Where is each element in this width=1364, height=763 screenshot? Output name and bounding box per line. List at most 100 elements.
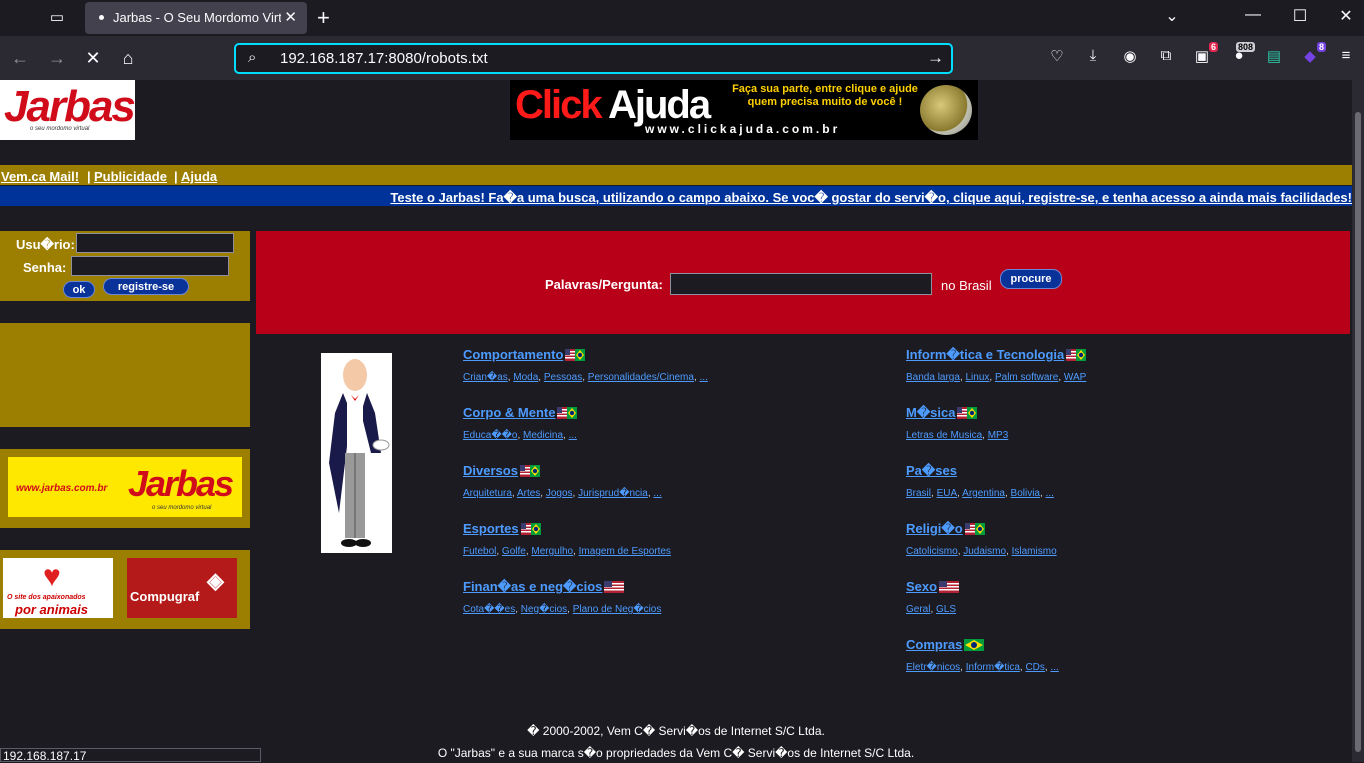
compugraf-ad[interactable]: Compugraf ◈ <box>127 558 237 618</box>
subcategory-link[interactable]: Futebol <box>463 546 496 557</box>
category-link[interactable]: Sexo <box>906 579 937 594</box>
subcategory-link[interactable]: Jurisprud�ncia <box>578 488 648 499</box>
subcategory-link[interactable]: Artes <box>517 488 540 499</box>
subcategory-link[interactable]: Jogos <box>546 488 573 499</box>
category-link[interactable]: Diversos <box>463 463 518 478</box>
subcategory-link[interactable]: Personalidades/Cinema <box>588 372 694 383</box>
tab-overflow-chevron-icon[interactable]: ⌄ <box>1162 6 1182 26</box>
banner-brand-click: Click <box>515 83 603 127</box>
jarbas-ad[interactable]: www.jarbas.com.br Jarbas o seu mordomo v… <box>8 457 242 517</box>
subcategory-link[interactable]: Judaismo <box>963 546 1006 557</box>
subcategory-link[interactable]: Moda <box>513 372 538 383</box>
promo-link[interactable]: Teste o Jarbas! Fa�a uma busca, utilizan… <box>390 190 1352 206</box>
subcategory-link[interactable]: Palm software <box>995 372 1058 383</box>
coin-image <box>920 85 972 135</box>
forward-icon[interactable]: → <box>47 48 67 69</box>
link-ajuda[interactable]: Ajuda <box>181 169 217 184</box>
subcategory-link[interactable]: Medicina <box>523 430 563 441</box>
subcategory-link[interactable]: GLS <box>936 604 956 615</box>
subcategory-link[interactable]: ... <box>569 430 577 441</box>
downloads-icon[interactable]: ⤓ <box>1083 47 1103 64</box>
home-icon[interactable]: ⌂ <box>118 48 138 69</box>
tab-active[interactable]: Jarbas - O Seu Mordomo Virtual ✕ <box>85 2 307 34</box>
tab-title: Jarbas - O Seu Mordomo Virtual <box>113 10 281 25</box>
subcategory-link[interactable]: Catolicismo <box>906 546 958 557</box>
stop-loading-icon[interactable]: ✕ <box>83 48 103 69</box>
minimize-icon[interactable]: — <box>1243 6 1263 24</box>
category-link[interactable]: M�sica <box>906 405 955 420</box>
scrollbar-thumb[interactable] <box>1355 112 1361 752</box>
username-label: Usu�rio: <box>16 237 75 252</box>
subcategory-link[interactable]: Letras de Musica <box>906 430 982 441</box>
category-link[interactable]: Corpo & Mente <box>463 405 555 420</box>
url-text[interactable]: 192.168.187.17:8080/robots.txt <box>280 50 488 67</box>
account-icon[interactable]: ◉ <box>1120 47 1140 65</box>
tab-close-icon[interactable]: ✕ <box>284 8 297 26</box>
extension-1-icon[interactable]: ▣ 6 <box>1192 42 1218 65</box>
subcategory-link[interactable]: ... <box>700 372 708 383</box>
subcategory-link[interactable]: Pessoas <box>544 372 582 383</box>
extension-4-icon[interactable]: ◆ 8 <box>1300 42 1326 65</box>
animais-ad[interactable]: ♥ O site dos apaixonados por animais <box>3 558 113 618</box>
password-input[interactable] <box>71 256 229 276</box>
jarbas-ad-name: Jarbas <box>128 463 234 504</box>
subcategory-link[interactable]: Linux <box>966 372 990 383</box>
pocket-icon[interactable]: ♡ <box>1047 47 1067 65</box>
subcategory-link[interactable]: Arquitetura <box>463 488 512 499</box>
scrollbar[interactable] <box>1352 80 1364 762</box>
tab-list-icon[interactable]: ▭ <box>46 8 68 28</box>
subcategory-link[interactable]: Cota��es <box>463 604 515 615</box>
subcategory-link[interactable]: ... <box>653 488 661 499</box>
subcategory-link[interactable]: Imagem de Esportes <box>579 546 671 557</box>
subcategory-link[interactable]: MP3 <box>988 430 1009 441</box>
subcategory-link[interactable]: ... <box>1046 488 1054 499</box>
subcategory-link[interactable]: CDs <box>1025 662 1044 673</box>
category-link[interactable]: Compras <box>906 637 962 652</box>
new-tab-icon[interactable]: + <box>317 5 330 31</box>
subcategory-link[interactable]: Islamismo <box>1012 546 1057 557</box>
menu-icon[interactable]: ≡ <box>1336 47 1356 64</box>
subcategory-link[interactable]: EUA <box>937 488 958 499</box>
subcategory-link[interactable]: Geral <box>906 604 930 615</box>
maximize-icon[interactable]: ☐ <box>1290 6 1310 26</box>
search-button[interactable]: procure <box>1000 269 1062 289</box>
category-link[interactable]: Esportes <box>463 521 519 536</box>
category-link[interactable]: Finan�as e neg�cios <box>463 579 602 594</box>
subcategory-link[interactable]: ... <box>1050 662 1058 673</box>
go-arrow-icon[interactable]: → <box>927 48 944 68</box>
close-window-icon[interactable]: ✕ <box>1336 6 1356 26</box>
subcategory-link[interactable]: Argentina <box>962 488 1005 499</box>
back-icon[interactable]: ← <box>10 48 30 69</box>
register-button[interactable]: registre-se <box>103 278 189 295</box>
clickajuda-banner[interactable]: Click Ajuda Faça sua parte, entre clique… <box>510 80 978 140</box>
extension-3-icon[interactable]: ▤ <box>1264 47 1284 65</box>
category-link[interactable]: Pa�ses <box>906 463 957 478</box>
subcategory-link[interactable]: Eletr�nicos <box>906 662 960 673</box>
nav-bar: ← → ✕ ⌂ ⌕ 192.168.187.17:8080/robots.txt… <box>0 36 1364 80</box>
subcategory-link[interactable]: Brasil <box>906 488 931 499</box>
url-bar[interactable]: ⌕ 192.168.187.17:8080/robots.txt → <box>234 43 953 74</box>
link-publicidade[interactable]: Publicidade <box>94 169 167 184</box>
subcategory-link[interactable]: Banda larga <box>906 372 960 383</box>
jarbas-logo[interactable]: Jarbas o seu mordomo virtual <box>0 80 136 140</box>
flag-icon <box>555 404 578 421</box>
category-link[interactable]: Religi�o <box>906 521 963 536</box>
ok-button[interactable]: ok <box>63 281 95 298</box>
subcategory-link[interactable]: Golfe <box>502 546 526 557</box>
category-link[interactable]: Comportamento <box>463 347 563 362</box>
subcategory-link[interactable]: Plano de Neg�cios <box>573 604 662 615</box>
subcategory-link[interactable]: Neg�cios <box>521 604 567 615</box>
link-mail[interactable]: Vem.ca Mail! <box>1 169 79 184</box>
extensions-icon[interactable]: ⧉ <box>1156 47 1176 64</box>
subcategory-link[interactable]: Bolivia <box>1011 488 1040 499</box>
search-input[interactable] <box>670 273 932 295</box>
extension-2-icon[interactable]: ● 808 <box>1229 42 1255 64</box>
flag-icon <box>518 462 540 479</box>
username-input[interactable] <box>76 233 234 253</box>
subcategory-link[interactable]: Mergulho <box>531 546 573 557</box>
subcategory-link[interactable]: WAP <box>1064 372 1086 383</box>
subcategory-link[interactable]: Crian�as <box>463 372 508 383</box>
category-link[interactable]: Inform�tica e Tecnologia <box>906 347 1064 362</box>
subcategory-link[interactable]: Educa��o <box>463 430 517 441</box>
subcategory-link[interactable]: Inform�tica <box>966 662 1020 673</box>
